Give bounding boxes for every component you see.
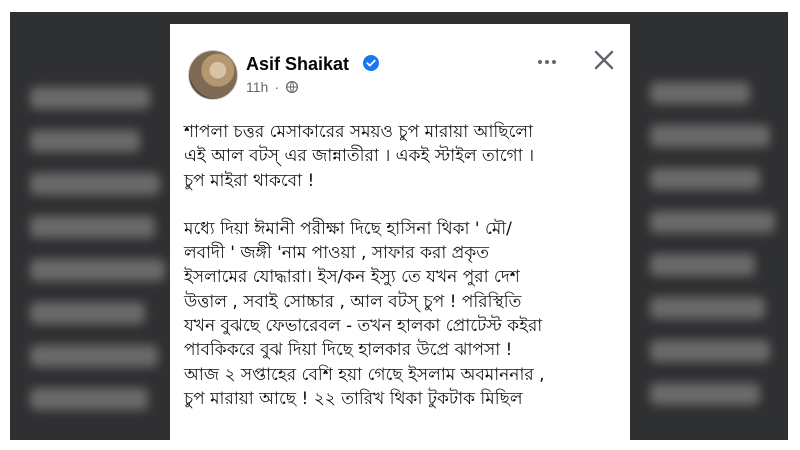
post-paragraph-1: শাপলা চত্তর মেসাকারের সময়ও চুপ মারায়া … <box>184 122 535 191</box>
screenshot-frame: Asif Shaikat 11h · শাপলা চত্তর মেসাকারের… <box>10 12 788 440</box>
post-paragraph-2: মধ্যে দিয়া ঈমানী পরীক্ষা দিছে হাসিনা থি… <box>184 218 545 409</box>
post-text: শাপলা চত্তর মেসাকারের সময়ও চুপ মারায়া … <box>184 120 620 411</box>
verified-badge-icon <box>363 55 379 71</box>
author-avatar[interactable] <box>188 50 238 100</box>
post-header: Asif Shaikat 11h · <box>170 24 630 110</box>
more-options-icon[interactable] <box>535 50 559 74</box>
meta-separator: · <box>274 79 279 95</box>
post-time[interactable]: 11h <box>246 79 268 95</box>
author-name[interactable]: Asif Shaikat <box>246 54 349 75</box>
globe-icon <box>285 80 299 94</box>
close-icon[interactable] <box>590 46 618 74</box>
facebook-post-panel: Asif Shaikat 11h · শাপলা চত্তর মেসাকারের… <box>170 24 630 440</box>
post-meta: 11h · <box>246 79 299 95</box>
